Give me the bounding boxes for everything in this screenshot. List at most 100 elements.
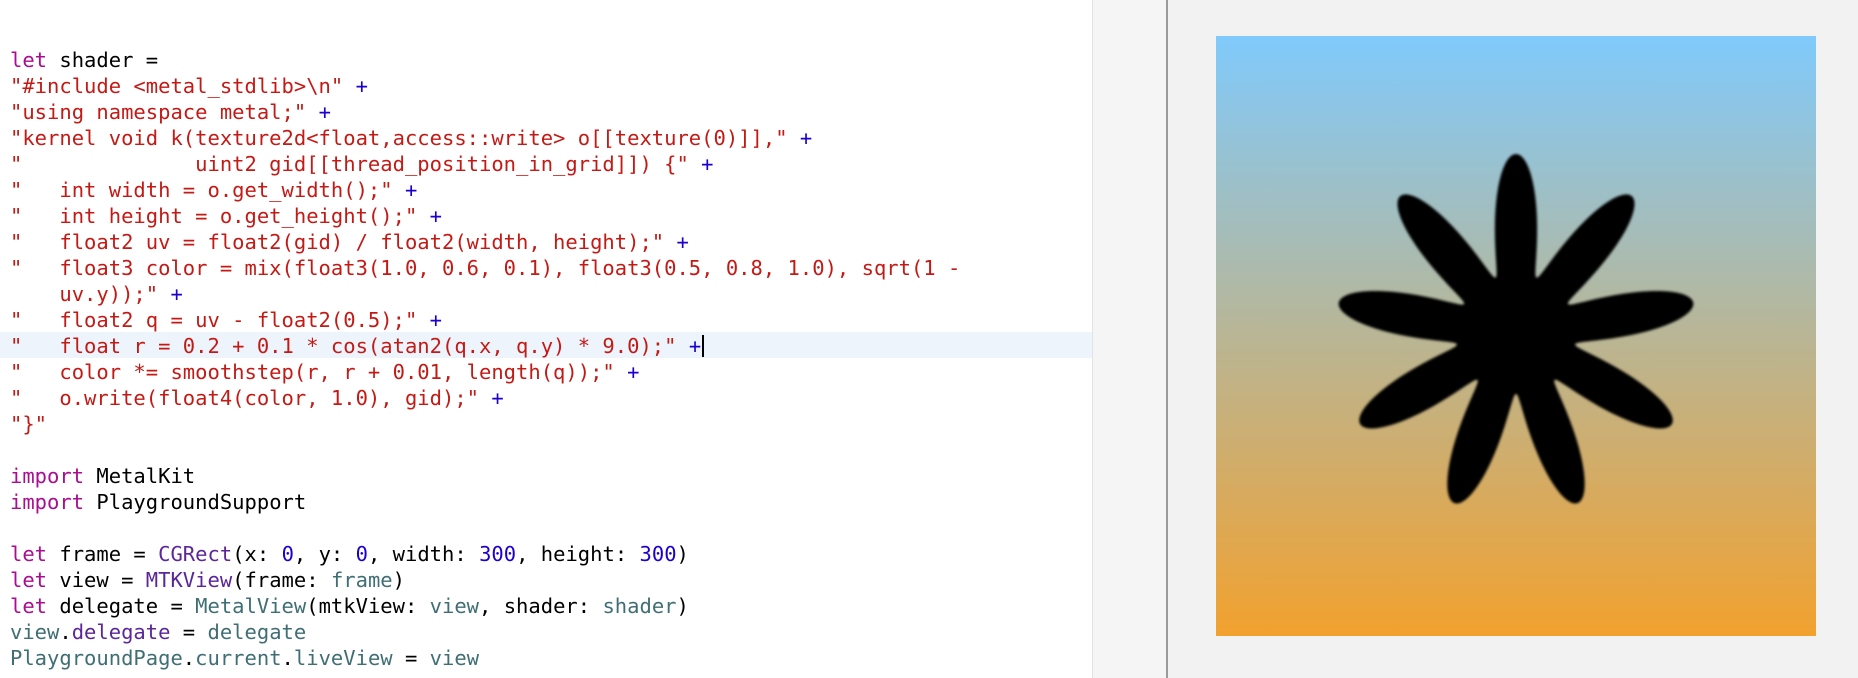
text-caret	[702, 335, 705, 357]
code-token: " uint2 gid[[thread_position_in_grid]]) …	[10, 152, 689, 176]
code-token: =	[170, 620, 208, 644]
code-token: )	[676, 594, 689, 618]
code-line[interactable]: uv.y));" +	[10, 281, 960, 307]
code-line[interactable]: " float3 color = mix(float3(1.0, 0.6, 0.…	[10, 255, 960, 281]
code-token: MetalKit	[84, 464, 196, 488]
code-token: delegate =	[47, 594, 196, 618]
code-token: view	[429, 594, 480, 618]
code-line[interactable]: " int width = o.get_width();" +	[10, 177, 960, 203]
code-line[interactable]: view.delegate = delegate	[10, 619, 960, 645]
code-token: view =	[47, 568, 146, 592]
code-line[interactable]: PlaygroundPage.current.liveView = view	[10, 645, 960, 671]
code-token: .	[59, 620, 72, 644]
code-token: +	[799, 126, 813, 150]
code-token: (mtkView:	[306, 594, 430, 618]
code-line[interactable]: " int height = o.get_height();" +	[10, 203, 960, 229]
code-token: let	[10, 542, 48, 566]
source-code[interactable]: let shader = "#include <metal_stdlib>\n" …	[10, 47, 960, 671]
code-line[interactable]: "using namespace metal;" +	[10, 99, 960, 125]
code-token: +	[701, 152, 714, 176]
blank-line[interactable]	[10, 515, 960, 541]
code-token: shader =	[47, 48, 159, 72]
code-line[interactable]: " o.write(float4(color, 1.0), gid);" +	[10, 385, 960, 411]
code-token: " float r = 0.2 + 0.1 * cos(atan2(q.x, q…	[10, 334, 677, 358]
code-line[interactable]: " uint2 gid[[thread_position_in_grid]]) …	[10, 151, 960, 177]
code-token: frame	[330, 568, 393, 592]
code-token: view	[429, 646, 480, 670]
code-token: PlaygroundSupport	[84, 490, 307, 514]
code-token: " float2 uv = float2(gid) / float2(width…	[10, 230, 665, 254]
code-line[interactable]: let delegate = MetalView(mtkView: view, …	[10, 593, 960, 619]
code-token: delegate	[71, 620, 171, 644]
code-token: 0	[355, 542, 368, 566]
code-token: +	[627, 360, 640, 384]
code-token: " int width = o.get_width();"	[10, 178, 393, 202]
code-token: shader	[602, 594, 677, 618]
code-token: " o.write(float4(color, 1.0), gid);"	[10, 386, 479, 410]
code-line[interactable]: import MetalKit	[10, 463, 960, 489]
code-line[interactable]: let view = MTKView(frame: frame)	[10, 567, 960, 593]
code-token: PlaygroundPage	[10, 646, 183, 670]
code-token: "using namespace metal;"	[10, 100, 307, 124]
code-token: (x:	[232, 542, 282, 566]
code-line[interactable]: "#include <metal_stdlib>\n" +	[10, 73, 960, 99]
code-token: , height:	[516, 542, 640, 566]
code-token: +	[491, 386, 504, 410]
code-line[interactable]: " float2 q = uv - float2(0.5);" +	[10, 307, 960, 333]
code-token: "#include <metal_stdlib>\n"	[10, 74, 344, 98]
code-line[interactable]: let shader =	[10, 47, 960, 73]
code-line[interactable]: let frame = CGRect(x: 0, y: 0, width: 30…	[10, 541, 960, 567]
code-token: )	[676, 542, 689, 566]
code-token: MTKView	[145, 568, 233, 592]
blank-line[interactable]	[10, 437, 960, 463]
code-line[interactable]: " float2 uv = float2(gid) / float2(width…	[10, 229, 960, 255]
code-line[interactable]: import PlaygroundSupport	[10, 489, 960, 515]
code-token: , shader:	[479, 594, 603, 618]
code-token: 0	[281, 542, 294, 566]
code-token: +	[318, 100, 331, 124]
code-token: "kernel void k(texture2d<float,access::w…	[10, 126, 788, 150]
code-token: " color *= smoothstep(r, r + 0.01, lengt…	[10, 360, 615, 384]
metal-live-view	[1216, 36, 1816, 636]
code-token: =	[392, 646, 430, 670]
code-token: CGRect	[158, 542, 233, 566]
code-token: +	[404, 178, 418, 202]
code-token: current	[195, 646, 282, 670]
code-token: " float2 q = uv - float2(0.5);"	[10, 308, 418, 332]
code-token: +	[355, 74, 368, 98]
code-token: MetalView	[195, 594, 307, 618]
code-token: let	[10, 48, 48, 72]
code-token: view	[10, 620, 60, 644]
code-line[interactable]: " color *= smoothstep(r, r + 0.01, lengt…	[10, 359, 960, 385]
code-token: delegate	[207, 620, 307, 644]
code-token: +	[429, 204, 442, 228]
code-token: "}"	[10, 412, 48, 436]
code-line[interactable]: "}"	[10, 411, 960, 437]
code-token: +	[676, 230, 689, 254]
code-token: , width:	[367, 542, 480, 566]
code-token: let	[10, 568, 48, 592]
code-token: +	[688, 334, 702, 358]
results-gutter	[1093, 0, 1166, 678]
code-token: )	[392, 568, 405, 592]
code-token: .	[281, 646, 294, 670]
code-token: let	[10, 594, 48, 618]
code-line[interactable]: " float r = 0.2 + 0.1 * cos(atan2(q.x, q…	[10, 333, 960, 359]
code-token: " int height = o.get_height();"	[10, 204, 418, 228]
code-token: +	[429, 308, 442, 332]
code-line[interactable]: "kernel void k(texture2d<float,access::w…	[10, 125, 960, 151]
code-token: +	[170, 282, 183, 306]
code-editor[interactable]: let shader = "#include <metal_stdlib>\n" …	[0, 0, 1092, 678]
code-token: .	[182, 646, 196, 670]
code-token: (frame:	[232, 568, 331, 592]
